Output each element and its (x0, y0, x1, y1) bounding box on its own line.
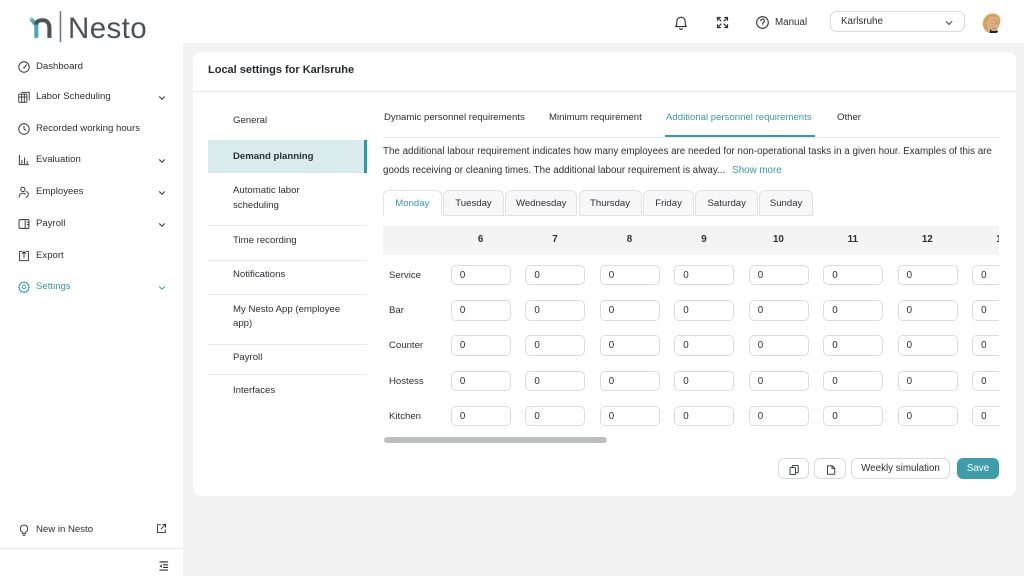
svg-text:Nesto: Nesto (68, 12, 147, 42)
